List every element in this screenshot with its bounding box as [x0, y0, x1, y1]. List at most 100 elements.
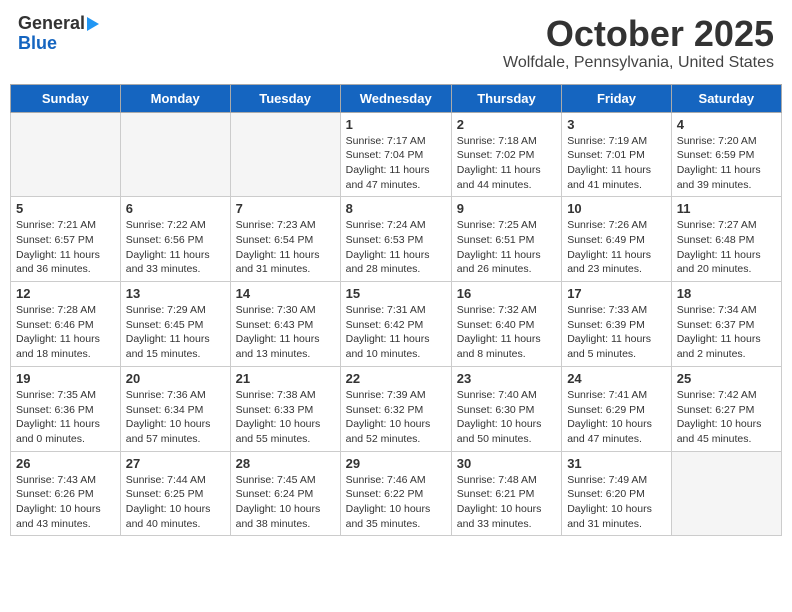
day-info: Sunrise: 7:32 AM Sunset: 6:40 PM Dayligh…: [457, 303, 556, 362]
calendar-cell: [230, 112, 340, 197]
col-header-thursday: Thursday: [451, 84, 561, 112]
calendar-cell: 12 Sunrise: 7:28 AM Sunset: 6:46 PM Dayli…: [11, 282, 121, 367]
day-number: 13: [126, 286, 225, 301]
day-number: 5: [16, 201, 115, 216]
day-info: Sunrise: 7:41 AM Sunset: 6:29 PM Dayligh…: [567, 388, 666, 447]
day-info: Sunrise: 7:19 AM Sunset: 7:01 PM Dayligh…: [567, 134, 666, 193]
logo-arrow-icon: [87, 17, 99, 31]
day-info: Sunrise: 7:21 AM Sunset: 6:57 PM Dayligh…: [16, 218, 115, 277]
day-info: Sunrise: 7:40 AM Sunset: 6:30 PM Dayligh…: [457, 388, 556, 447]
calendar-cell: 1 Sunrise: 7:17 AM Sunset: 7:04 PM Daylig…: [340, 112, 451, 197]
day-number: 31: [567, 456, 666, 471]
calendar-cell: 20 Sunrise: 7:36 AM Sunset: 6:34 PM Dayli…: [120, 366, 230, 451]
title-block: October 2025 Wolfdale, Pennsylvania, Uni…: [503, 14, 774, 72]
day-info: Sunrise: 7:44 AM Sunset: 6:25 PM Dayligh…: [126, 473, 225, 532]
col-header-friday: Friday: [562, 84, 672, 112]
calendar-cell: 9 Sunrise: 7:25 AM Sunset: 6:51 PM Daylig…: [451, 197, 561, 282]
day-info: Sunrise: 7:29 AM Sunset: 6:45 PM Dayligh…: [126, 303, 225, 362]
day-info: Sunrise: 7:48 AM Sunset: 6:21 PM Dayligh…: [457, 473, 556, 532]
day-number: 3: [567, 117, 666, 132]
day-info: Sunrise: 7:24 AM Sunset: 6:53 PM Dayligh…: [346, 218, 446, 277]
calendar-cell: 24 Sunrise: 7:41 AM Sunset: 6:29 PM Dayli…: [562, 366, 672, 451]
day-number: 15: [346, 286, 446, 301]
day-info: Sunrise: 7:23 AM Sunset: 6:54 PM Dayligh…: [236, 218, 335, 277]
day-info: Sunrise: 7:36 AM Sunset: 6:34 PM Dayligh…: [126, 388, 225, 447]
calendar-cell: 11Sunrise: 7:27 AM Sunset: 6:48 PM Dayli…: [671, 197, 781, 282]
col-header-sunday: Sunday: [11, 84, 121, 112]
calendar-cell: 17Sunrise: 7:33 AM Sunset: 6:39 PM Dayli…: [562, 282, 672, 367]
day-info: Sunrise: 7:17 AM Sunset: 7:04 PM Dayligh…: [346, 134, 446, 193]
col-header-tuesday: Tuesday: [230, 84, 340, 112]
day-info: Sunrise: 7:42 AM Sunset: 6:27 PM Dayligh…: [677, 388, 776, 447]
col-header-saturday: Saturday: [671, 84, 781, 112]
calendar-cell: 10 Sunrise: 7:26 AM Sunset: 6:49 PM Dayli…: [562, 197, 672, 282]
day-number: 8: [346, 201, 446, 216]
calendar-header-row: SundayMondayTuesdayWednesdayThursdayFrid…: [11, 84, 782, 112]
logo: General Blue: [18, 14, 99, 54]
month-title: October 2025: [503, 14, 774, 54]
day-info: Sunrise: 7:30 AM Sunset: 6:43 PM Dayligh…: [236, 303, 335, 362]
calendar-week-5: 26Sunrise: 7:43 AM Sunset: 6:26 PM Dayli…: [11, 451, 782, 536]
calendar-cell: 18Sunrise: 7:34 AM Sunset: 6:37 PM Dayli…: [671, 282, 781, 367]
page-header: General Blue October 2025 Wolfdale, Penn…: [10, 10, 782, 76]
calendar-cell: 30 Sunrise: 7:48 AM Sunset: 6:21 PM Dayli…: [451, 451, 561, 536]
day-number: 30: [457, 456, 556, 471]
day-number: 10: [567, 201, 666, 216]
day-number: 22: [346, 371, 446, 386]
calendar-cell: [671, 451, 781, 536]
day-info: Sunrise: 7:25 AM Sunset: 6:51 PM Dayligh…: [457, 218, 556, 277]
day-info: Sunrise: 7:20 AM Sunset: 6:59 PM Dayligh…: [677, 134, 776, 193]
day-number: 19: [16, 371, 115, 386]
day-number: 7: [236, 201, 335, 216]
day-info: Sunrise: 7:39 AM Sunset: 6:32 PM Dayligh…: [346, 388, 446, 447]
day-number: 4: [677, 117, 776, 132]
day-number: 24: [567, 371, 666, 386]
calendar-week-2: 5 Sunrise: 7:21 AM Sunset: 6:57 PM Daylig…: [11, 197, 782, 282]
day-number: 28: [236, 456, 335, 471]
calendar-cell: 8 Sunrise: 7:24 AM Sunset: 6:53 PM Daylig…: [340, 197, 451, 282]
day-info: Sunrise: 7:27 AM Sunset: 6:48 PM Dayligh…: [677, 218, 776, 277]
day-number: 1: [346, 117, 446, 132]
calendar-cell: 16Sunrise: 7:32 AM Sunset: 6:40 PM Dayli…: [451, 282, 561, 367]
day-number: 20: [126, 371, 225, 386]
calendar-table: SundayMondayTuesdayWednesdayThursdayFrid…: [10, 84, 782, 537]
day-number: 2: [457, 117, 556, 132]
calendar-cell: 27Sunrise: 7:44 AM Sunset: 6:25 PM Dayli…: [120, 451, 230, 536]
day-info: Sunrise: 7:49 AM Sunset: 6:20 PM Dayligh…: [567, 473, 666, 532]
day-number: 29: [346, 456, 446, 471]
calendar-cell: 15 Sunrise: 7:31 AM Sunset: 6:42 PM Dayli…: [340, 282, 451, 367]
day-info: Sunrise: 7:18 AM Sunset: 7:02 PM Dayligh…: [457, 134, 556, 193]
day-number: 6: [126, 201, 225, 216]
calendar-cell: 6 Sunrise: 7:22 AM Sunset: 6:56 PM Daylig…: [120, 197, 230, 282]
day-number: 26: [16, 456, 115, 471]
calendar-cell: 23 Sunrise: 7:40 AM Sunset: 6:30 PM Dayli…: [451, 366, 561, 451]
day-number: 25: [677, 371, 776, 386]
calendar-cell: [120, 112, 230, 197]
day-info: Sunrise: 7:22 AM Sunset: 6:56 PM Dayligh…: [126, 218, 225, 277]
calendar-cell: 7 Sunrise: 7:23 AM Sunset: 6:54 PM Daylig…: [230, 197, 340, 282]
day-info: Sunrise: 7:28 AM Sunset: 6:46 PM Dayligh…: [16, 303, 115, 362]
day-number: 17: [567, 286, 666, 301]
calendar-cell: 29 Sunrise: 7:46 AM Sunset: 6:22 PM Dayli…: [340, 451, 451, 536]
day-info: Sunrise: 7:26 AM Sunset: 6:49 PM Dayligh…: [567, 218, 666, 277]
day-info: Sunrise: 7:46 AM Sunset: 6:22 PM Dayligh…: [346, 473, 446, 532]
calendar-cell: 5 Sunrise: 7:21 AM Sunset: 6:57 PM Daylig…: [11, 197, 121, 282]
calendar-cell: [11, 112, 121, 197]
calendar-cell: 14 Sunrise: 7:30 AM Sunset: 6:43 PM Dayli…: [230, 282, 340, 367]
day-info: Sunrise: 7:38 AM Sunset: 6:33 PM Dayligh…: [236, 388, 335, 447]
logo-general: General: [18, 14, 85, 34]
day-number: 9: [457, 201, 556, 216]
day-number: 12: [16, 286, 115, 301]
day-info: Sunrise: 7:35 AM Sunset: 6:36 PM Dayligh…: [16, 388, 115, 447]
calendar-cell: 26Sunrise: 7:43 AM Sunset: 6:26 PM Dayli…: [11, 451, 121, 536]
calendar-cell: 28Sunrise: 7:45 AM Sunset: 6:24 PM Dayli…: [230, 451, 340, 536]
col-header-monday: Monday: [120, 84, 230, 112]
day-number: 23: [457, 371, 556, 386]
calendar-week-4: 19 Sunrise: 7:35 AM Sunset: 6:36 PM Dayli…: [11, 366, 782, 451]
day-info: Sunrise: 7:31 AM Sunset: 6:42 PM Dayligh…: [346, 303, 446, 362]
day-number: 14: [236, 286, 335, 301]
calendar-cell: 25 Sunrise: 7:42 AM Sunset: 6:27 PM Dayli…: [671, 366, 781, 451]
day-info: Sunrise: 7:34 AM Sunset: 6:37 PM Dayligh…: [677, 303, 776, 362]
calendar-cell: 2 Sunrise: 7:18 AM Sunset: 7:02 PM Daylig…: [451, 112, 561, 197]
calendar-cell: 31 Sunrise: 7:49 AM Sunset: 6:20 PM Dayli…: [562, 451, 672, 536]
